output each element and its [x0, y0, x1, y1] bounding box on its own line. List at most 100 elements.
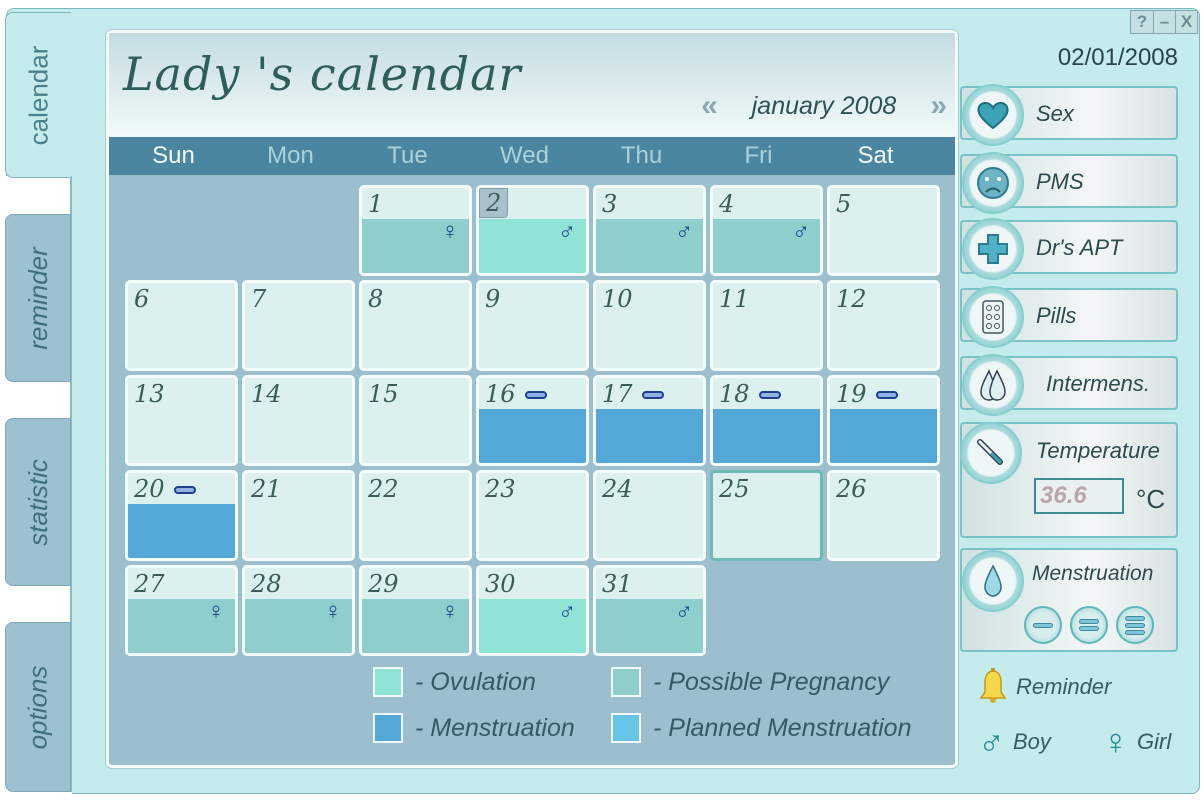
calendar-day-cell[interactable]: 16: [476, 375, 589, 466]
male-icon: ♂: [675, 598, 693, 625]
day-number: 31: [602, 570, 633, 598]
legend-menstruation: - Menstruation: [373, 713, 575, 743]
tab-calendar-label: calendar: [23, 45, 54, 145]
temperature-panel: Temperature 36.6 °C: [960, 422, 1178, 538]
calendar-day-cell[interactable]: 24: [593, 470, 706, 561]
intermens-button[interactable]: Intermens.: [960, 354, 1178, 416]
calendar-day-cell[interactable]: 2 ♂: [476, 185, 589, 276]
sex-button[interactable]: Sex: [960, 84, 1178, 146]
day-number: 12: [836, 285, 867, 313]
legend-swatch-ovulation: [373, 667, 403, 697]
calendar-day-cell[interactable]: 13: [125, 375, 238, 466]
girl-legend[interactable]: ♀ Girl: [1102, 724, 1171, 760]
drs-apt-button[interactable]: Dr's APT: [960, 218, 1178, 280]
menstruation-panel: Menstruation: [960, 548, 1178, 652]
medical-cross-icon: [962, 218, 1024, 280]
day-number: 22: [368, 475, 399, 503]
bell-icon: [979, 668, 1007, 703]
day-status-band-menstruation: [713, 409, 820, 463]
day-number: 7: [251, 285, 267, 313]
legend-possible-pregnancy: - Possible Pregnancy: [611, 667, 889, 697]
day-number: 11: [719, 285, 750, 313]
tab-statistic[interactable]: statistic: [5, 418, 71, 586]
calendar-day-cell[interactable]: 6: [125, 280, 238, 371]
legend-ovulation: - Ovulation: [373, 667, 536, 697]
calendar-day-cell[interactable]: 7: [242, 280, 355, 371]
temperature-label: Temperature: [1036, 438, 1160, 463]
close-button[interactable]: X: [1175, 11, 1197, 33]
calendar-day-cell[interactable]: 18: [710, 375, 823, 466]
day-number: 8: [368, 285, 384, 313]
calendar-day-cell[interactable]: 23: [476, 470, 589, 561]
calendar-day-cell[interactable]: 20: [125, 470, 238, 561]
weekday-thu: Thu: [620, 142, 663, 169]
calendar-day-cell[interactable]: 3 ♂: [593, 185, 706, 276]
flow-light-icon: [525, 391, 547, 399]
male-icon: ♂: [675, 218, 693, 245]
flow-light-button[interactable]: [1024, 606, 1062, 644]
day-status-band-menstruation: [830, 409, 937, 463]
day-number: 14: [251, 380, 282, 408]
calendar-day-cell[interactable]: 26: [827, 470, 940, 561]
next-month-icon[interactable]: »: [930, 91, 947, 121]
calendar-day-cell[interactable]: 8: [359, 280, 472, 371]
flow-heavy-button[interactable]: [1116, 606, 1154, 644]
day-number: 2: [479, 188, 509, 218]
temperature-input[interactable]: 36.6: [1034, 478, 1124, 514]
legend: - Ovulation - Possible Pregnancy - Menst…: [373, 667, 953, 767]
calendar-day-cell[interactable]: 9: [476, 280, 589, 371]
weekday-wed: Wed: [500, 142, 549, 169]
help-button[interactable]: ?: [1131, 11, 1153, 33]
day-number: 9: [485, 285, 501, 313]
pms-label: PMS: [1036, 169, 1084, 194]
calendar-day-cell[interactable]: 1 ♀: [359, 185, 472, 276]
female-icon: ♀: [441, 218, 459, 245]
boy-legend[interactable]: ♂ Boy: [978, 724, 1051, 760]
calendar-day-cell[interactable]: 22: [359, 470, 472, 561]
day-number: 3: [602, 190, 618, 218]
boy-label: Boy: [1013, 729, 1051, 754]
tab-options[interactable]: options: [5, 622, 71, 792]
legend-label: - Possible Pregnancy: [653, 667, 890, 696]
pms-button[interactable]: PMS: [960, 152, 1178, 214]
flow-light-icon: [174, 486, 196, 494]
calendar-day-cell[interactable]: 11: [710, 280, 823, 371]
legend-planned-menstruation: - Planned Menstruation: [611, 713, 911, 743]
calendar-day-cell[interactable]: 31 ♂: [593, 565, 706, 656]
calendar-day-cell[interactable]: 15: [359, 375, 472, 466]
reminder-legend[interactable]: Reminder: [978, 668, 1111, 706]
tab-calendar[interactable]: calendar: [5, 12, 71, 178]
tab-reminder[interactable]: reminder: [5, 214, 71, 382]
weekday-mon: Mon: [267, 142, 314, 169]
calendar-day-cell[interactable]: 14: [242, 375, 355, 466]
flow-medium-button[interactable]: [1070, 606, 1108, 644]
day-number: 18: [719, 380, 750, 408]
calendar-day-cell[interactable]: 10: [593, 280, 706, 371]
calendar-day-cell[interactable]: 17: [593, 375, 706, 466]
calendar-day-cell[interactable]: 21: [242, 470, 355, 561]
tab-options-label: options: [22, 665, 53, 749]
calendar-panel: Lady 's calendar « january 2008 » Sun Mo…: [106, 30, 958, 768]
day-status-band-menstruation: [479, 409, 586, 463]
day-number: 4: [719, 190, 735, 218]
calendar-day-cell[interactable]: 25: [710, 470, 823, 561]
calendar-day-cell[interactable]: 27 ♀: [125, 565, 238, 656]
drop-icon: [962, 550, 1024, 612]
flow-light-icon: [876, 391, 898, 399]
calendar-day-cell[interactable]: 12: [827, 280, 940, 371]
day-number: 6: [134, 285, 150, 313]
tab-statistic-label: statistic: [22, 458, 53, 546]
calendar-day-cell[interactable]: 30 ♂: [476, 565, 589, 656]
calendar-day-cell[interactable]: 19: [827, 375, 940, 466]
calendar-day-cell[interactable]: 28 ♀: [242, 565, 355, 656]
calendar-day-cell[interactable]: 29 ♀: [359, 565, 472, 656]
pill-pack-icon: [962, 286, 1024, 348]
day-number: 10: [602, 285, 633, 313]
window-controls: ? – X: [1130, 10, 1198, 34]
minimize-button[interactable]: –: [1153, 11, 1175, 33]
day-number: 26: [836, 475, 867, 503]
calendar-day-cell[interactable]: 4 ♂: [710, 185, 823, 276]
pills-button[interactable]: Pills: [960, 286, 1178, 348]
calendar-day-cell[interactable]: 5: [827, 185, 940, 276]
prev-month-icon[interactable]: «: [701, 91, 718, 121]
